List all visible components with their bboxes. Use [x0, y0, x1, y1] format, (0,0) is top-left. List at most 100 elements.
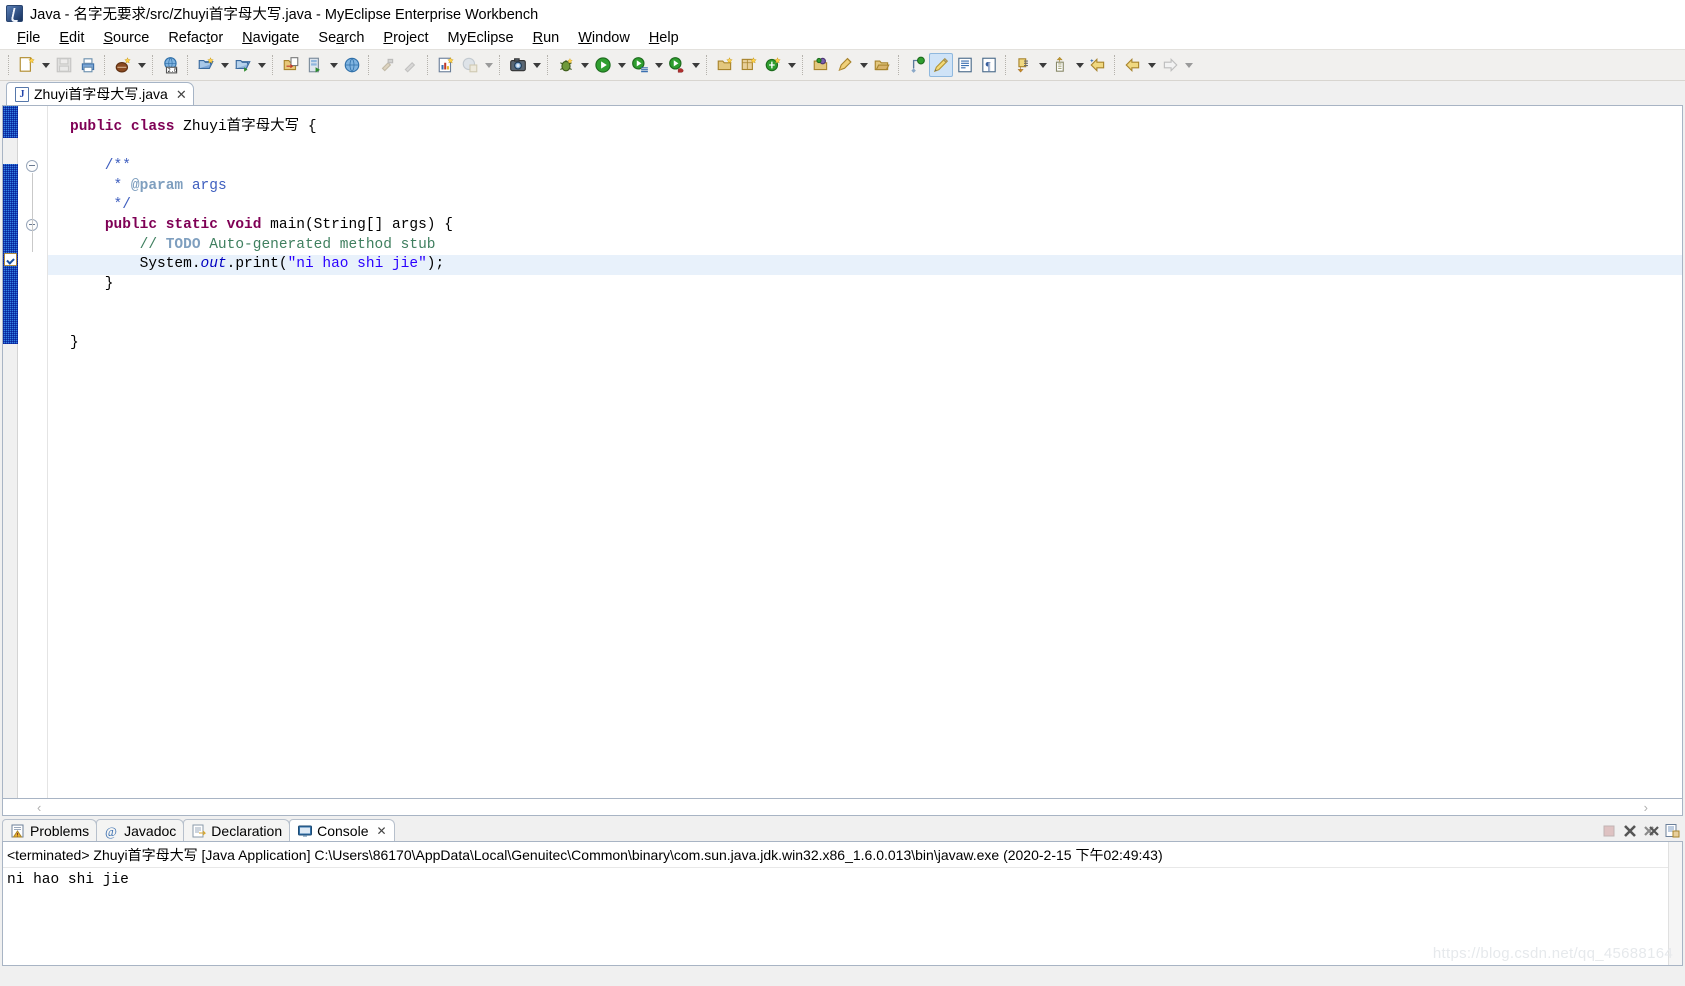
chevron-down-icon[interactable] [218, 53, 231, 77]
menu-item-window[interactable]: Window [569, 30, 640, 46]
chevron-down-icon[interactable] [857, 53, 870, 77]
remove-launch-icon[interactable] [1622, 823, 1638, 839]
open-browser-globe-button[interactable] [340, 53, 364, 77]
editor-tab-zhuyi-java[interactable]: J Zhuyi首字母大写.java ✕ [6, 82, 194, 105]
menu-item-source[interactable]: Source [94, 30, 159, 46]
run-external-tools-button[interactable] [665, 53, 689, 77]
open-resource-button[interactable] [870, 53, 894, 77]
print-button[interactable] [76, 53, 100, 77]
console-scrollbar[interactable] [1668, 842, 1682, 965]
code-token: */ [70, 197, 131, 214]
run-button[interactable] [591, 53, 615, 77]
snapshot-camera-button[interactable] [506, 53, 530, 77]
chevron-down-icon[interactable] [1145, 53, 1158, 77]
chevron-down-icon[interactable] [1182, 53, 1195, 77]
code-line[interactable] [70, 294, 1682, 314]
chevron-down-icon[interactable] [1073, 53, 1086, 77]
toolbar-separator [706, 55, 709, 75]
menu-item-file[interactable]: File [8, 30, 50, 46]
chevron-down-icon[interactable] [135, 53, 148, 77]
code-line[interactable]: System.out.print("ni hao shi jie"); [70, 255, 1682, 275]
run-icon [594, 56, 612, 74]
new-package-button[interactable] [713, 53, 737, 77]
pilcrow-button[interactable]: ¶ [977, 53, 1001, 77]
server-run-button[interactable] [303, 53, 327, 77]
chevron-down-icon[interactable] [482, 53, 495, 77]
code-area[interactable]: public class Zhuyi首字母大写 { /** * @param a… [48, 106, 1682, 798]
code-line[interactable] [70, 314, 1682, 334]
chevron-down-icon[interactable] [689, 53, 702, 77]
new-wizard-button[interactable] [15, 53, 39, 77]
code-token: /** [70, 158, 131, 175]
menu-item-search[interactable]: Search [309, 30, 374, 46]
previous-annotation-button[interactable] [1049, 53, 1073, 77]
console-output[interactable]: ni hao shi jie [3, 868, 1682, 965]
code-line[interactable]: /** [70, 157, 1682, 177]
panel-tab-console[interactable]: Console ✕ [289, 819, 395, 841]
fold-collapse-icon[interactable] [26, 160, 38, 173]
toggle-mark-occurrences-icon [908, 56, 926, 74]
show-whitespace-button[interactable] [953, 53, 977, 77]
code-line[interactable]: * @param args [70, 177, 1682, 197]
code-line[interactable]: } [70, 275, 1682, 295]
open-web-browser-button[interactable]: 2.0 [159, 53, 183, 77]
report-designer-button[interactable] [434, 53, 458, 77]
code-line[interactable]: } [70, 334, 1682, 354]
menu-item-project[interactable]: Project [374, 30, 438, 46]
close-icon[interactable]: ✕ [176, 88, 187, 101]
chevron-down-icon[interactable] [1036, 53, 1049, 77]
scroll-right-icon[interactable]: › [1614, 801, 1678, 814]
chevron-down-icon[interactable] [652, 53, 665, 77]
code-line[interactable] [70, 138, 1682, 158]
toggle-mark-occurrences-button[interactable] [905, 53, 929, 77]
todo-task-marker-icon[interactable] [4, 253, 17, 266]
chevron-down-icon[interactable] [578, 53, 591, 77]
chevron-down-icon[interactable] [255, 53, 268, 77]
panel-tab-declaration[interactable]: Declaration [183, 819, 291, 841]
panel-tab-javadoc[interactable]: @ Javadoc [96, 819, 185, 841]
editor-horizontal-scrollbar[interactable]: ‹ › [2, 799, 1683, 816]
scroll-left-icon[interactable]: ‹ [7, 801, 71, 814]
panel-tab-problems[interactable]: Problems [2, 819, 98, 841]
pencil-highlight-button[interactable] [929, 53, 953, 77]
chevron-down-icon[interactable] [39, 53, 52, 77]
code-line[interactable]: // TODO Auto-generated method stub [70, 236, 1682, 256]
close-icon[interactable]: ✕ [377, 824, 387, 838]
chevron-down-icon[interactable] [615, 53, 628, 77]
code-line[interactable]: public static void main(String[] args) { [70, 216, 1682, 236]
source-code[interactable]: public class Zhuyi首字母大写 { /** * @param a… [48, 106, 1682, 353]
remove-all-terminated-icon[interactable] [1643, 823, 1659, 839]
search-button[interactable] [833, 53, 857, 77]
build-project-icon [402, 56, 420, 74]
new-class-button[interactable] [737, 53, 761, 77]
menu-item-edit[interactable]: Edit [50, 30, 94, 46]
new-deployment-button[interactable] [194, 53, 218, 77]
import-button[interactable] [279, 53, 303, 77]
code-line[interactable]: public class Zhuyi首字母大写 { [70, 118, 1682, 138]
server-run-icon [306, 56, 324, 74]
menu-item-refactor[interactable]: Refactor [159, 30, 233, 46]
deploy-manager-button[interactable] [231, 53, 255, 77]
next-annotation-button[interactable] [1012, 53, 1036, 77]
code-token: TODO [165, 236, 201, 253]
chevron-down-icon[interactable] [327, 53, 340, 77]
menu-item-myeclipse[interactable]: MyEclipse [439, 30, 524, 46]
debug-button[interactable] [554, 53, 578, 77]
editor-body: public class Zhuyi首字母大写 { /** * @param a… [2, 105, 1683, 799]
annotation-ruler[interactable] [3, 106, 18, 798]
menu-item-run[interactable]: Run [524, 30, 570, 46]
new-java-project-button[interactable] [111, 53, 135, 77]
menu-item-help[interactable]: Help [640, 30, 689, 46]
menu-item-navigate[interactable]: Navigate [233, 30, 309, 46]
new-generic-button[interactable] [761, 53, 785, 77]
last-edit-location-button[interactable] [1086, 53, 1110, 77]
open-type-button[interactable] [809, 53, 833, 77]
back-button[interactable] [1121, 53, 1145, 77]
chevron-down-icon[interactable] [785, 53, 798, 77]
open-console-icon[interactable] [1664, 823, 1680, 839]
code-line[interactable]: */ [70, 196, 1682, 216]
chevron-down-icon[interactable] [530, 53, 543, 77]
new-generic-icon [764, 56, 782, 74]
run-history-button[interactable] [628, 53, 652, 77]
folding-gutter[interactable] [18, 106, 48, 798]
